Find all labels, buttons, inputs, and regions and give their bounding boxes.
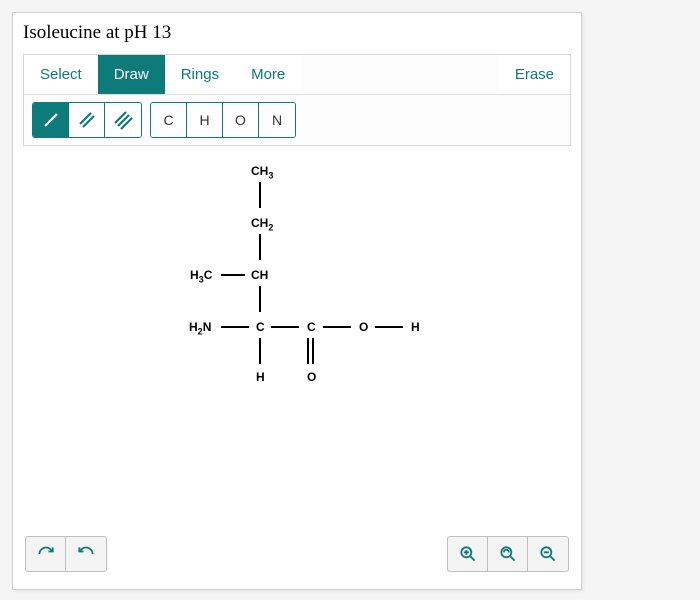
bond-v1 — [259, 182, 261, 208]
zoom-in-button[interactable] — [448, 537, 488, 571]
atom-buttons: C H O N — [150, 102, 296, 138]
atom-n-button[interactable]: N — [259, 103, 295, 137]
atom-c-right: C — [307, 320, 316, 334]
tab-spacer — [301, 55, 499, 94]
tab-rings[interactable]: Rings — [165, 55, 235, 94]
zoom-reset-icon — [498, 544, 518, 564]
undo-redo-group — [25, 536, 107, 572]
atom-ch2: CH2 — [251, 216, 273, 232]
bond-h4 — [323, 326, 351, 328]
tab-draw[interactable]: Draw — [98, 55, 165, 94]
triple-bond-button[interactable] — [105, 103, 141, 137]
editor-panel: Isoleucine at pH 13 Select Draw Rings Mo… — [12, 12, 582, 590]
bond-double — [307, 338, 314, 364]
drawing-canvas[interactable]: CH3 CH2 H3C CH H2N C C O H H O — [23, 146, 571, 526]
double-bond-icon — [77, 110, 97, 130]
bond-v4 — [259, 338, 261, 364]
atom-h3c: H3C — [190, 268, 212, 284]
tab-row: Select Draw Rings More Erase — [24, 55, 570, 95]
atom-o-right: O — [359, 320, 368, 334]
atom-ch: CH — [251, 268, 268, 282]
tab-select[interactable]: Select — [24, 55, 98, 94]
atom-c-button[interactable]: C — [151, 103, 187, 137]
zoom-reset-button[interactable] — [488, 537, 528, 571]
toolbar: Select Draw Rings More Erase C H — [23, 54, 571, 146]
tab-erase[interactable]: Erase — [499, 55, 570, 94]
undo-icon — [36, 544, 56, 564]
bond-h3 — [271, 326, 299, 328]
atom-h-bottom: H — [256, 370, 265, 384]
zoom-out-button[interactable] — [528, 537, 568, 571]
redo-button[interactable] — [66, 537, 106, 571]
zoom-out-icon — [538, 544, 558, 564]
bond-h1 — [221, 274, 245, 276]
bond-buttons — [32, 102, 142, 138]
tab-more[interactable]: More — [235, 55, 301, 94]
bond-h2 — [221, 326, 249, 328]
atom-h-button[interactable]: H — [187, 103, 223, 137]
single-bond-button[interactable] — [33, 103, 69, 137]
atom-o-button[interactable]: O — [223, 103, 259, 137]
atom-h-right: H — [411, 320, 420, 334]
double-bond-button[interactable] — [69, 103, 105, 137]
single-bond-icon — [41, 110, 61, 130]
atom-h2n: H2N — [189, 320, 211, 336]
footer-bar — [23, 526, 571, 576]
triple-bond-icon — [113, 110, 133, 130]
atom-ch3: CH3 — [251, 164, 273, 180]
atom-c-center: C — [256, 320, 265, 334]
zoom-in-icon — [458, 544, 478, 564]
atom-o-bottom: O — [307, 370, 316, 384]
redo-icon — [76, 544, 96, 564]
bond-v3 — [259, 286, 261, 312]
bond-v2 — [259, 234, 261, 260]
undo-button[interactable] — [26, 537, 66, 571]
tool-row: C H O N — [24, 95, 570, 145]
page-title: Isoleucine at pH 13 — [23, 18, 571, 54]
bond-h5 — [375, 326, 403, 328]
zoom-group — [447, 536, 569, 572]
